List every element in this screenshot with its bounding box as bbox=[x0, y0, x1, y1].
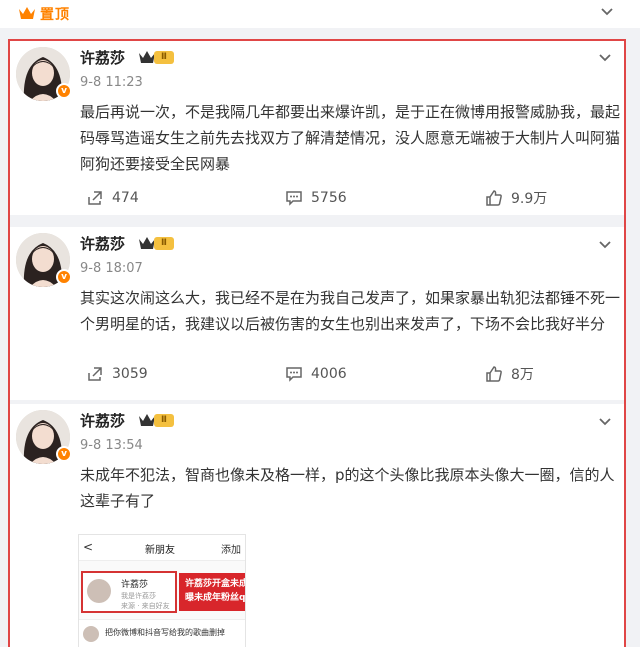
author-name[interactable]: 许荔莎 bbox=[80, 47, 125, 68]
repost-button[interactable]: 474 bbox=[86, 183, 139, 213]
like-button[interactable]: 8万 bbox=[485, 359, 534, 389]
embed-friend-sub2: 来源 · 来自好友 bbox=[121, 602, 170, 610]
author-name[interactable]: 许荔莎 bbox=[80, 410, 125, 431]
embed-friend-name: 许荔莎 bbox=[121, 580, 149, 590]
post-actions: 474 5756 9.9万 bbox=[10, 183, 624, 213]
level-badge: Ⅱ bbox=[154, 414, 174, 427]
comment-button[interactable]: 5756 bbox=[285, 183, 347, 213]
embed-header: < 新朋友 添加 bbox=[79, 535, 245, 561]
repost-count: 3059 bbox=[112, 366, 148, 382]
post-card: v 许荔莎 Ⅱ 9-8 11:23 最后再说一次，不是我隔几年都要出来爆许凯，是… bbox=[10, 41, 624, 215]
post-text: 未成年不犯法，智商也像未及格一样，p的这个头像比我原本头像大一圈，信的人这辈子有… bbox=[80, 466, 615, 510]
like-count: 9.9万 bbox=[511, 191, 548, 207]
author-name[interactable]: 许荔莎 bbox=[80, 233, 125, 254]
pinned-label: 置顶 bbox=[40, 7, 70, 23]
embed-add-label: 添加 bbox=[221, 545, 241, 556]
embed-friend-card: 许荔莎 我是许荔莎 来源 · 来自好友 bbox=[81, 571, 177, 613]
thumbs-up-icon bbox=[486, 366, 502, 382]
comment-count: 4006 bbox=[311, 366, 347, 382]
banner-line: 许荔莎开盒未成 bbox=[185, 579, 246, 589]
post-actions: 3059 4006 8万 bbox=[10, 359, 624, 389]
chevron-down-icon[interactable] bbox=[598, 239, 612, 251]
embedded-screenshot[interactable]: < 新朋友 添加 许荔莎 我是许荔莎 来源 · 来自好友 许荔莎开盒未成 曝未成… bbox=[78, 534, 246, 647]
post-time[interactable]: 9-8 18:07 bbox=[80, 261, 143, 276]
repost-icon bbox=[88, 367, 102, 381]
repost-count: 474 bbox=[112, 190, 139, 206]
thumbs-up-icon bbox=[486, 190, 502, 206]
verified-badge-icon: v bbox=[56, 269, 72, 285]
embed-message-text: 把你微博和抖音写给我的歌曲删掉 bbox=[105, 628, 225, 637]
embed-red-banner: 许荔莎开盒未成 曝未成年粉丝qq bbox=[179, 573, 246, 611]
like-count: 8万 bbox=[511, 367, 534, 383]
embed-avatar bbox=[87, 579, 111, 603]
comment-icon bbox=[286, 191, 302, 206]
back-icon: < bbox=[83, 540, 94, 554]
post-card: v 许荔莎 Ⅱ 9-8 13:54 未成年不犯法，智商也像未及格一样，p的这个头… bbox=[10, 404, 624, 647]
chevron-down-icon[interactable] bbox=[600, 6, 614, 18]
embed-avatar bbox=[83, 626, 99, 642]
embed-message: 把你微博和抖音写给我的歌曲删掉 bbox=[79, 619, 245, 647]
post-text: 其实这次闹这么大，我已经不是在为我自己发声了，如果家暴出轨犯法都锤不死一个男明星… bbox=[80, 289, 621, 333]
like-button[interactable]: 9.9万 bbox=[485, 183, 547, 213]
chevron-down-icon[interactable] bbox=[598, 416, 612, 428]
post-time[interactable]: 9-8 13:54 bbox=[80, 438, 143, 453]
level-badge: Ⅱ bbox=[154, 237, 174, 250]
repost-button[interactable]: 3059 bbox=[86, 359, 148, 389]
post-card: v 许荔莎 Ⅱ 9-8 18:07 其实这次闹这么大，我已经不是在为我自己发声了… bbox=[10, 227, 624, 400]
comment-button[interactable]: 4006 bbox=[285, 359, 347, 389]
repost-icon bbox=[88, 191, 102, 205]
level-badge: Ⅱ bbox=[154, 51, 174, 64]
verified-badge-icon: v bbox=[56, 83, 72, 99]
pinned-header: 置顶 bbox=[0, 0, 640, 28]
post-text: 最后再说一次，不是我隔几年都要出来爆许凯，是于正在微博用报警威胁我，最起码辱骂造… bbox=[80, 103, 621, 173]
banner-line: 曝未成年粉丝qq bbox=[185, 593, 246, 603]
chevron-down-icon[interactable] bbox=[598, 52, 612, 64]
comment-count: 5756 bbox=[311, 190, 347, 206]
crown-icon bbox=[19, 7, 35, 19]
post-time[interactable]: 9-8 11:23 bbox=[80, 75, 143, 90]
embed-friend-sub: 我是许荔莎 bbox=[121, 592, 156, 600]
verified-badge-icon: v bbox=[56, 446, 72, 462]
comment-icon bbox=[286, 367, 302, 382]
embed-title: 新朋友 bbox=[145, 545, 175, 556]
